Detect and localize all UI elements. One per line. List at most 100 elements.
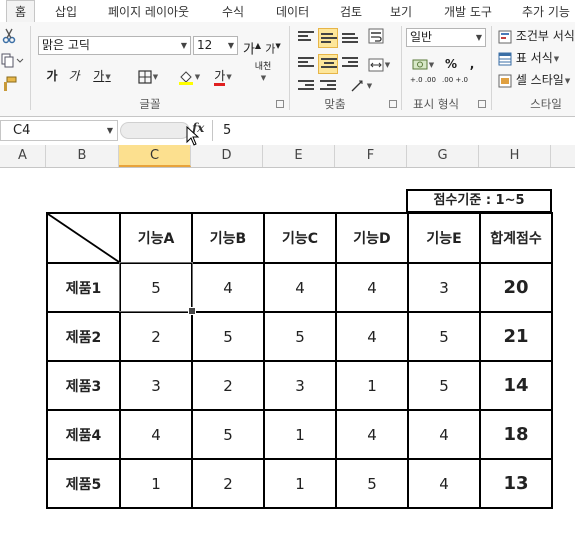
fill-handle[interactable] — [188, 307, 196, 315]
cut-icon[interactable] — [2, 28, 16, 48]
font-dialog-launcher[interactable] — [276, 100, 284, 108]
score-cell[interactable]: 1 — [263, 458, 337, 509]
align-top-button[interactable] — [296, 28, 316, 48]
underline-button[interactable]: 가▼ — [88, 66, 116, 86]
comma-button[interactable]: , — [464, 54, 480, 74]
shrink-font-button[interactable]: 가▼ — [264, 36, 282, 56]
font-color-button[interactable]: 가▼ — [208, 66, 238, 86]
total-cell[interactable]: 14 — [479, 360, 553, 411]
score-criteria-cell[interactable]: 점수기준 : 1~5 — [406, 189, 552, 213]
number-dialog-launcher[interactable] — [478, 100, 486, 108]
increase-decimal-button[interactable]: +.0 .00 — [408, 76, 438, 96]
score-cell[interactable]: 4 — [335, 262, 409, 313]
tab-developer[interactable]: 개발 도구 — [444, 3, 492, 20]
italic-button[interactable]: 가 — [66, 66, 82, 86]
merge-center-button[interactable]: ▼ — [364, 54, 394, 74]
score-cell-active[interactable]: 5 — [119, 262, 193, 313]
tab-formulas[interactable]: 수식 — [222, 3, 244, 20]
column-header-e[interactable]: E — [263, 145, 335, 167]
tab-page-layout[interactable]: 페이지 레이아웃 — [108, 3, 189, 20]
header-cell[interactable]: 기능A — [119, 212, 193, 264]
wrap-text-button[interactable] — [366, 28, 386, 48]
score-cell[interactable]: 5 — [263, 311, 337, 362]
score-cell[interactable]: 4 — [191, 262, 265, 313]
font-size-select[interactable]: 12 ▼ — [193, 36, 238, 55]
score-cell[interactable]: 4 — [407, 409, 481, 460]
format-painter-icon[interactable] — [2, 76, 18, 96]
total-cell[interactable]: 21 — [479, 311, 553, 362]
tab-insert[interactable]: 삽입 — [55, 3, 77, 20]
column-header-h[interactable]: H — [479, 145, 551, 167]
row-label-cell[interactable]: 제품1 — [46, 262, 121, 313]
format-as-table-button[interactable]: 표 서식▼ — [498, 48, 575, 68]
tab-review[interactable]: 검토 — [340, 3, 362, 20]
conditional-formatting-button[interactable]: 조건부 서식 — [498, 26, 575, 46]
row-label-cell[interactable]: 제품4 — [46, 409, 121, 460]
header-cell[interactable]: 기능C — [263, 212, 337, 264]
header-cell[interactable]: 합계점수 — [479, 212, 553, 264]
score-cell[interactable]: 5 — [407, 360, 481, 411]
cell-styles-button[interactable]: 셀 스타일▼ — [498, 70, 575, 90]
tab-home[interactable]: 홈 — [6, 0, 36, 22]
score-cell[interactable]: 3 — [263, 360, 337, 411]
row-label-cell[interactable]: 제품2 — [46, 311, 121, 362]
decrease-decimal-button[interactable]: .00 +.0 — [440, 76, 470, 96]
name-box[interactable]: C4 ▼ — [0, 120, 118, 141]
score-cell[interactable]: 5 — [191, 311, 265, 362]
increase-indent-button[interactable] — [318, 76, 338, 96]
percent-button[interactable]: % — [442, 54, 460, 74]
copy-icon[interactable] — [0, 52, 24, 72]
formula-splitter[interactable] — [120, 122, 190, 139]
decrease-indent-button[interactable] — [296, 76, 316, 96]
align-left-button[interactable] — [296, 54, 316, 74]
align-center-button[interactable] — [318, 54, 338, 74]
header-cell[interactable]: 기능B — [191, 212, 265, 264]
tab-view[interactable]: 보기 — [390, 3, 412, 20]
align-bottom-button[interactable] — [340, 28, 360, 48]
score-cell[interactable]: 1 — [335, 360, 409, 411]
score-cell[interactable]: 2 — [191, 458, 265, 509]
score-cell[interactable]: 4 — [407, 458, 481, 509]
score-cell[interactable]: 3 — [119, 360, 193, 411]
score-cell[interactable]: 4 — [263, 262, 337, 313]
column-header-c[interactable]: C — [119, 145, 191, 167]
tab-data[interactable]: 데이터 — [276, 3, 309, 20]
alignment-dialog-launcher[interactable] — [389, 100, 397, 108]
header-cell[interactable]: 기능E — [407, 212, 481, 264]
row-label-cell[interactable]: 제품3 — [46, 360, 121, 411]
borders-button[interactable]: ▼ — [133, 66, 163, 86]
corner-diagonal-cell[interactable] — [46, 212, 121, 264]
total-cell[interactable]: 20 — [479, 262, 553, 313]
grow-font-button[interactable]: 가▲ — [242, 36, 262, 57]
header-cell[interactable]: 기능D — [335, 212, 409, 264]
score-cell[interactable]: 1 — [263, 409, 337, 460]
score-cell[interactable]: 4 — [119, 409, 193, 460]
accounting-format-button[interactable]: ▼ — [408, 54, 438, 74]
number-format-select[interactable]: 일반 ▼ — [406, 28, 486, 47]
fill-color-button[interactable]: ▼ — [174, 66, 204, 86]
score-cell[interactable]: 2 — [191, 360, 265, 411]
tab-addins[interactable]: 추가 기능 — [522, 3, 570, 20]
column-header-a[interactable]: A — [0, 145, 46, 167]
score-cell[interactable]: 5 — [407, 311, 481, 362]
score-cell[interactable]: 3 — [407, 262, 481, 313]
column-header-d[interactable]: D — [191, 145, 263, 167]
align-right-button[interactable] — [340, 54, 360, 74]
column-header-g[interactable]: G — [407, 145, 479, 167]
column-header-f[interactable]: F — [335, 145, 407, 167]
font-name-select[interactable]: 맑은 고딕 ▼ — [38, 36, 191, 55]
phonetic-guide-button[interactable]: 내천 ▼ — [250, 62, 276, 86]
score-cell[interactable]: 4 — [335, 311, 409, 362]
score-cell[interactable]: 1 — [119, 458, 193, 509]
row-label-cell[interactable]: 제품5 — [46, 458, 121, 509]
score-cell[interactable]: 4 — [335, 409, 409, 460]
total-cell[interactable]: 18 — [479, 409, 553, 460]
formula-input[interactable]: 5 — [212, 120, 575, 141]
score-cell[interactable]: 5 — [191, 409, 265, 460]
column-header-b[interactable]: B — [46, 145, 119, 167]
orientation-button[interactable]: ▼ — [346, 76, 376, 96]
total-cell[interactable]: 13 — [479, 458, 553, 509]
bold-button[interactable]: 가 — [44, 66, 60, 86]
score-cell[interactable]: 5 — [335, 458, 409, 509]
align-middle-button[interactable] — [318, 28, 338, 48]
